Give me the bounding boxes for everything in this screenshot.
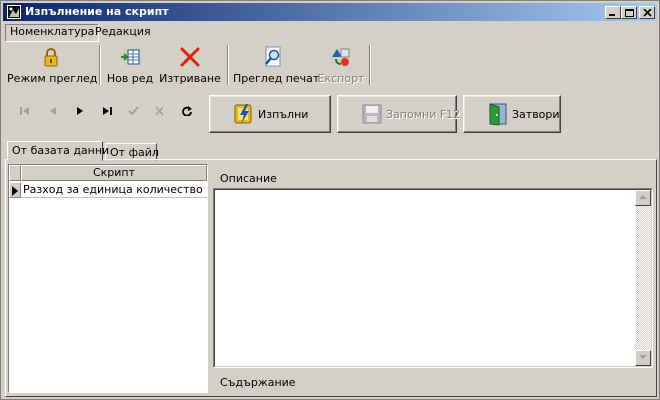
title-bar[interactable]: Изпълнение на скрипт	[3, 3, 657, 21]
view-mode-button[interactable]: Режим преглед	[7, 43, 98, 87]
toolbar-separator	[369, 45, 371, 85]
lock-icon	[44, 48, 58, 67]
delete-label: Изтриване	[159, 72, 221, 85]
menu-bar: Номенклатура Редакция	[3, 23, 657, 42]
toolbar-separator	[99, 45, 101, 85]
export-icon	[332, 48, 350, 66]
description-memo[interactable]	[213, 188, 653, 368]
export-button[interactable]: Експорт	[317, 43, 365, 87]
current-row-icon	[12, 186, 18, 196]
first-record-icon	[20, 107, 29, 115]
tab-from-database[interactable]: От базата данни	[7, 141, 109, 161]
scroll-down-button[interactable]	[635, 350, 651, 366]
minimize-button[interactable]	[605, 6, 621, 19]
delete-button[interactable]: Изтриване	[157, 43, 223, 87]
cancel-icon	[155, 106, 164, 116]
minimize-icon	[609, 14, 615, 16]
toolbar-separator	[227, 45, 229, 85]
description-memo-frame	[214, 189, 652, 367]
last-record-button[interactable]	[95, 100, 121, 124]
save-icon	[362, 104, 382, 124]
refresh-button[interactable]	[175, 100, 201, 124]
row-gridline	[21, 197, 207, 198]
save-button[interactable]: Запомни F12	[337, 95, 461, 133]
table-cell: Разход за единица количество	[23, 183, 203, 196]
new-row-label: Нов ред	[106, 72, 154, 85]
print-preview-button[interactable]: Преглед печат	[233, 43, 320, 87]
toolbar: Режим преглед Нов ред Изтриване Преглед …	[3, 41, 657, 89]
delete-icon	[180, 47, 200, 67]
execute-icon	[234, 104, 252, 124]
close-window-label: Затвори	[512, 108, 560, 121]
next-record-button[interactable]	[67, 100, 93, 124]
last-record-icon	[103, 107, 112, 115]
print-preview-icon	[265, 46, 281, 67]
execute-button[interactable]: Изпълни	[209, 95, 331, 133]
print-preview-label: Преглед печат	[233, 72, 320, 85]
export-label: Експорт	[317, 72, 365, 85]
door-icon	[489, 103, 507, 126]
menu-item-edit[interactable]: Редакция	[91, 24, 155, 40]
vertical-scrollbar[interactable]	[635, 190, 651, 366]
scroll-up-button[interactable]	[635, 190, 651, 206]
maximize-button[interactable]	[621, 6, 637, 19]
menu-item-nomenclature[interactable]: Номенклатура	[5, 24, 100, 42]
post-icon	[128, 106, 139, 116]
refresh-icon	[182, 106, 192, 116]
save-label: Запомни F12	[386, 108, 461, 121]
window-title: Изпълнение на скрипт	[25, 5, 169, 18]
content-label: Съдържание	[220, 376, 296, 389]
cancel-button[interactable]	[147, 100, 173, 124]
grid-header: Скрипт	[9, 165, 207, 181]
close-button[interactable]	[639, 6, 655, 19]
main-window: Изпълнение на скрипт Номенклатура Редакц…	[0, 0, 660, 400]
chevron-down-icon	[639, 355, 647, 359]
new-row-button[interactable]: Нов ред	[105, 43, 155, 87]
view-mode-label: Режим преглед	[7, 72, 98, 85]
first-record-button[interactable]	[13, 100, 39, 124]
post-button[interactable]	[121, 100, 147, 124]
prior-record-button[interactable]	[41, 100, 67, 124]
prior-record-icon	[50, 107, 56, 115]
app-icon	[7, 5, 21, 19]
grid-indicator-header	[9, 165, 21, 181]
scripts-grid[interactable]: Скрипт Разход за единица количество	[8, 164, 208, 393]
column-header-script[interactable]: Скрипт	[21, 165, 207, 181]
maximize-icon	[625, 9, 634, 17]
new-row-icon	[121, 49, 140, 65]
chevron-up-icon	[639, 195, 647, 199]
next-record-icon	[77, 107, 83, 115]
row-indicator	[9, 182, 21, 198]
table-row[interactable]: Разход за единица количество	[9, 182, 207, 198]
description-label: Описание	[220, 172, 277, 185]
execute-label: Изпълни	[258, 108, 309, 121]
close-window-button[interactable]: Затвори	[463, 95, 561, 133]
close-icon	[643, 9, 652, 17]
